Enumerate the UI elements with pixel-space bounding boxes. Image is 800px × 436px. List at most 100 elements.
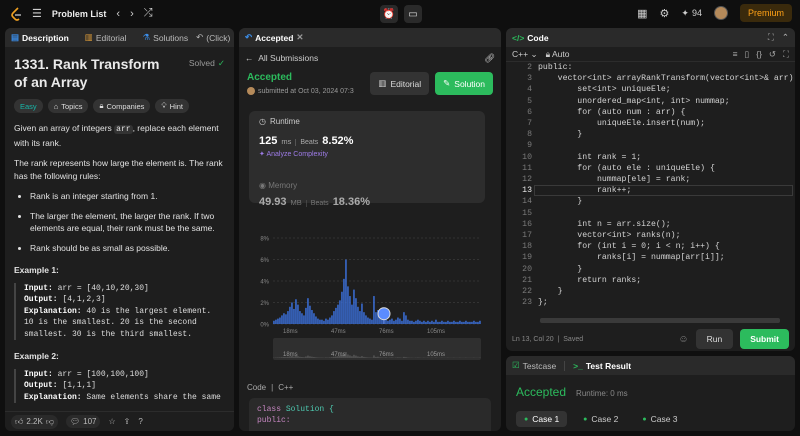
line-numbers: 2 3 4 5 6 7 8 9 10 11 12 13 14 15 16 17 18 19 20 21 22 23: [506, 62, 532, 308]
tab-testcase[interactable]: ☑ Testcase: [512, 360, 556, 371]
problem-title: 1331. Rank Transform of an Array: [14, 56, 160, 90]
histogram-bar: [403, 312, 405, 324]
code-panel: </> Code ⛶ ⌃ C++ ⌄ 🔒︎ Auto ≡ ▯ {} ↺ ⛶ 234…: [506, 28, 795, 351]
tab-solutions[interactable]: ⚗ Solutions: [143, 32, 189, 43]
problem-list-link[interactable]: Problem List: [52, 9, 107, 19]
histogram-bar: [435, 319, 437, 324]
line-number: 16: [522, 219, 532, 229]
case-tab-1[interactable]: ● Case 1: [516, 411, 568, 427]
horizontal-scrollbar[interactable]: [540, 318, 780, 323]
tab-editorial[interactable]: ▥ Editorial: [85, 32, 127, 43]
check-circle-icon: ✓: [217, 58, 225, 68]
code-line: unordered_map<int, int> nummap;: [538, 96, 730, 106]
timer-button[interactable]: ⏰: [380, 5, 398, 23]
histogram-bar: [287, 311, 289, 324]
code-line: for (int i = 0; i < n; i++) {: [538, 242, 720, 252]
overview-bar: [279, 357, 281, 358]
format-icon[interactable]: ≡: [733, 49, 738, 60]
star-icon[interactable]: ☆: [108, 417, 115, 426]
chevron-down-icon: ⌄: [530, 48, 538, 59]
braces-icon[interactable]: {}: [756, 49, 762, 60]
histogram-bar: [439, 321, 441, 324]
histogram-bar: [281, 315, 283, 324]
auto-mode[interactable]: 🔒︎ Auto: [546, 49, 570, 60]
runtime-distribution-chart[interactable]: 8% 6% 4% 2% 0% 18ms 47ms 76ms 105ms 18ms 47ms 76ms 1…: [249, 232, 491, 378]
rules-list: Rank is an integer starting from 1. The …: [14, 190, 225, 254]
thumbs-down-icon[interactable]: 👎︎: [46, 417, 54, 427]
pass-dot-icon: ●: [524, 415, 529, 423]
memory-beats: 18.36%: [332, 196, 370, 208]
reset-icon[interactable]: ↺: [769, 49, 776, 60]
run-button[interactable]: Run: [695, 329, 734, 349]
fullscreen-icon[interactable]: ⛶: [783, 49, 789, 60]
premium-button[interactable]: Premium: [739, 4, 792, 22]
streak-counter[interactable]: ✦ 94: [681, 8, 702, 19]
histogram-bar: [465, 320, 467, 324]
tab-code[interactable]: </> Code: [512, 33, 549, 43]
lock-icon: 🔒︎: [99, 101, 104, 110]
hint-chip[interactable]: 💡︎ Hint: [155, 99, 190, 113]
histogram-bar: [395, 319, 397, 324]
y-tick-label: 8%: [260, 237, 269, 243]
debug-icon[interactable]: ☺: [678, 334, 688, 345]
code-text[interactable]: public: vector<int> arrayRankTransform(v…: [538, 62, 795, 308]
settings-icon[interactable]: ⚙: [660, 7, 670, 20]
overview-bar: [375, 356, 377, 358]
list-item: Rank is an integer starting from 1.: [30, 190, 225, 203]
solution-button[interactable]: ✎ Solution: [435, 72, 493, 95]
chevron-left-icon[interactable]: ‹: [116, 8, 120, 20]
case-tab-3[interactable]: ● Case 3: [634, 411, 685, 427]
close-icon[interactable]: ✕: [296, 32, 303, 43]
histogram-bar: [335, 307, 337, 324]
comments-button[interactable]: 💬︎ 107: [65, 415, 101, 428]
analyze-complexity-link[interactable]: ✦ Analyze Complexity: [259, 150, 475, 158]
companies-chip[interactable]: 🔒︎ Companies: [93, 99, 151, 113]
histogram-bar: [301, 313, 303, 324]
line-number: 12: [522, 175, 532, 185]
tab-submissions[interactable]: ↶ (Click): [196, 32, 230, 43]
tab-test-result[interactable]: >_ Test Result: [573, 361, 631, 371]
topics-chip[interactable]: ⌂ Topics: [47, 99, 89, 113]
bookmark-icon[interactable]: ▯: [745, 49, 750, 60]
chevron-right-icon[interactable]: ›: [130, 8, 134, 20]
histogram-bar: [305, 307, 307, 324]
histogram-bar: [401, 320, 403, 324]
tab-accepted[interactable]: ↶ Accepted ✕: [245, 32, 304, 43]
code-line: };: [538, 298, 548, 308]
line-number: 21: [522, 275, 532, 285]
histogram-bar: [457, 321, 459, 324]
histogram-bar: [397, 317, 399, 324]
list-icon[interactable]: ☰: [32, 7, 42, 20]
histogram-bar: [409, 320, 411, 324]
editorial-button[interactable]: ▥ Editorial: [370, 72, 430, 95]
line-number: 18: [522, 242, 532, 252]
avatar[interactable]: [713, 6, 728, 20]
case-tab-2[interactable]: ● Case 2: [575, 411, 626, 427]
like-button[interactable]: 👍︎ 2.2K 👎︎: [11, 414, 58, 429]
memory-label[interactable]: ◉ Memory: [259, 181, 297, 190]
tab-description[interactable]: ▤ Description: [11, 32, 69, 43]
language-select[interactable]: C++ ⌄: [512, 49, 538, 60]
histogram-bar: [459, 320, 461, 324]
histogram-bar: [327, 319, 329, 324]
leetcode-logo[interactable]: [10, 6, 22, 21]
notes-button[interactable]: ▭: [404, 5, 422, 23]
difficulty-chip[interactable]: Easy: [14, 99, 43, 113]
help-icon[interactable]: ?: [138, 417, 142, 426]
histogram-bar: [383, 319, 385, 324]
shuffle-icon[interactable]: ⤮: [144, 7, 153, 20]
histogram-bar: [405, 315, 407, 324]
line-number: 6: [527, 107, 532, 117]
submit-button[interactable]: Submit: [740, 329, 789, 349]
maximize-icon[interactable]: ⛶: [768, 32, 774, 43]
code-line: int rank = 1;: [538, 152, 642, 162]
collapse-icon[interactable]: ⌃: [782, 32, 789, 43]
share-icon[interactable]: ⇪: [124, 417, 131, 426]
link-icon[interactable]: 🔗︎: [484, 53, 495, 64]
layout-icon[interactable]: ▦: [637, 7, 647, 20]
code-editor[interactable]: 2 3 4 5 6 7 8 9 10 11 12 13 14 15 16 17 18 19 20 21 22 23 pub…: [506, 62, 795, 327]
overview-bar: [317, 357, 319, 358]
all-submissions-link[interactable]: ← All Submissions: [245, 53, 318, 63]
